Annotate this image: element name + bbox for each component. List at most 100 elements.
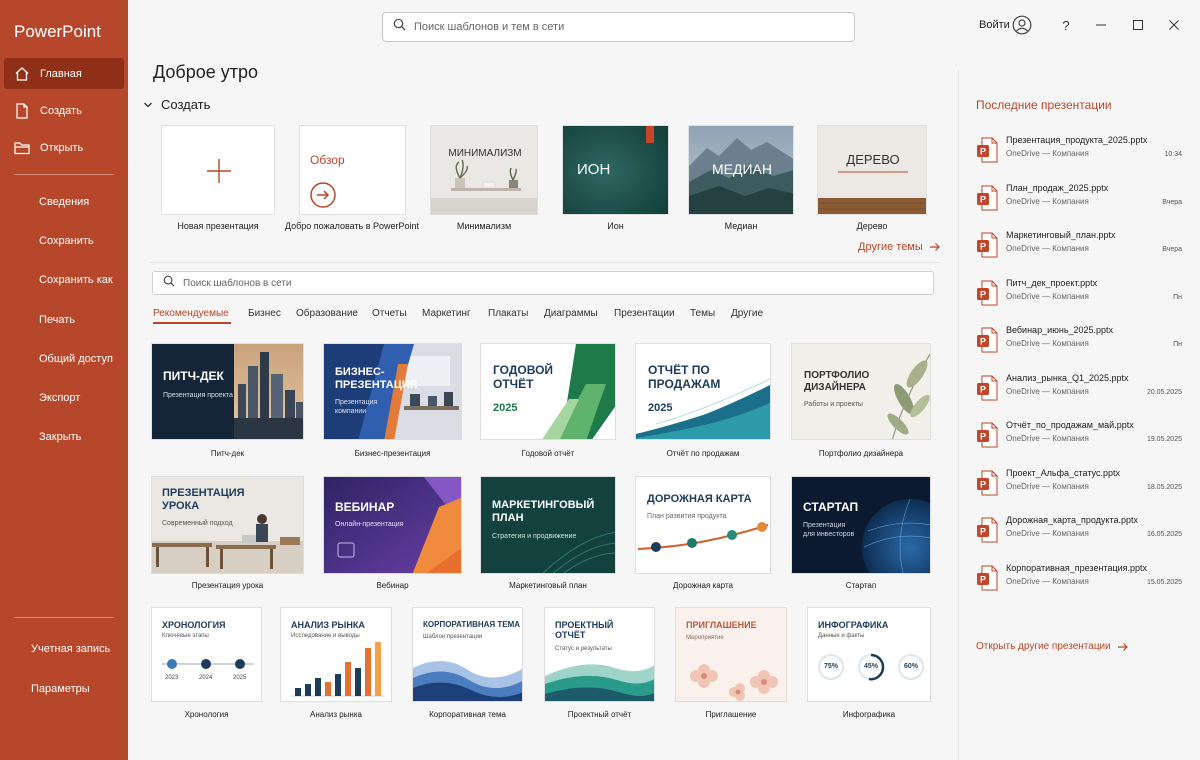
template-title: АНАЛИЗ РЫНКА (291, 620, 365, 630)
template-card-pitch-deck[interactable]: ПИТЧ-ДЕК Презентация проекта (151, 343, 304, 440)
minimal-theme-tile[interactable]: МИНИМАЛИЗМ (430, 125, 538, 215)
template-card-lesson[interactable]: ПРЕЗЕНТАЦИЯ УРОКА Современный подход (151, 476, 304, 574)
recent-file-item[interactable]: P Анализ_рынка_Q1_2025.pptx OneDrive — Ком… (976, 373, 1186, 413)
tile-label: Ион (607, 221, 624, 231)
template-label: Инфографика (842, 710, 896, 719)
template-card-startup[interactable]: СТАРТАП Презентация для инвесторов (791, 476, 931, 574)
category-tab-marketing[interactable]: Маркетинг (422, 308, 471, 319)
category-tab-presentations[interactable]: Презентации (614, 308, 675, 319)
pptx-file-icon: P (976, 327, 998, 353)
recent-file-item[interactable]: P Презентация_продукта_2025.pptx OneDrive … (976, 135, 1186, 175)
sidebar-item-options[interactable]: Параметры (31, 683, 90, 695)
pptx-file-icon: P (976, 280, 998, 306)
template-title: ПРЕЗЕНТАЦИЯ УРОКА (162, 487, 245, 512)
template-title: ПРОЕКТНЫЙ ОТЧЁТ (555, 620, 614, 641)
recent-file-item[interactable]: P Отчёт_по_продажам_май.pptx OneDrive — Ко… (976, 420, 1186, 460)
median-theme-tile[interactable]: МЕДИАН (688, 125, 794, 215)
category-tab-other[interactable]: Другие (731, 308, 763, 319)
recent-file-date: Вчера (1162, 246, 1182, 253)
category-tab-recommended[interactable]: Рекомендуемые (153, 308, 229, 319)
template-search-box[interactable] (152, 271, 934, 295)
category-tab-diagrams[interactable]: Диаграммы (544, 308, 598, 319)
sidebar-item-export[interactable]: Экспорт (39, 392, 80, 404)
recent-file-location: OneDrive — Компания (1006, 339, 1089, 348)
minimize-button[interactable] (1089, 14, 1113, 36)
sidebar-item-label: Открыть (40, 141, 84, 154)
recent-file-item[interactable]: P Дорожная_карта_продукта.pptx OneDrive — … (976, 515, 1186, 555)
template-card-project-report[interactable]: ПРОЕКТНЫЙ ОТЧЁТ Статус и результаты (544, 607, 655, 702)
help-button[interactable]: ? (1054, 14, 1078, 36)
recent-file-item[interactable]: P Питч_дек_проект.pptx OneDrive — Компания… (976, 278, 1186, 318)
template-card-timeline[interactable]: ХРОНОЛОГИЯ Ключевые этапы 2023 2024 2025 (151, 607, 262, 702)
template-card-annual-report[interactable]: ГОДОВОЙ ОТЧЁТ 2025 (480, 343, 616, 440)
recent-file-item[interactable]: P Корпоративная_презентация.pptx OneDrive … (976, 563, 1186, 603)
category-tab-reports[interactable]: Отчеты (372, 308, 407, 319)
sidebar-item-home[interactable]: Главная (4, 58, 124, 89)
recent-file-date: Пн (1173, 293, 1182, 301)
pptx-file-icon: P (976, 232, 998, 258)
template-card-market-analysis[interactable]: АНАЛИЗ РЫНКА Исследование и выводы (280, 607, 392, 702)
template-card-portfolio[interactable]: ПОРТФОЛИО ДИЗАЙНЕРА Работы и проекты (791, 343, 931, 440)
sidebar-item-print[interactable]: Печать (39, 314, 75, 326)
recent-file-date: 10:34 (1164, 151, 1182, 158)
new-file-icon (13, 102, 31, 120)
sidebar-item-open[interactable]: Открыть (4, 132, 124, 163)
other-themes-link[interactable]: Другие темы (858, 241, 941, 253)
home-icon (13, 65, 31, 83)
app-title: PowerPoint (14, 22, 101, 41)
median-theme-title: МЕДИАН (712, 161, 772, 177)
sidebar-item-save[interactable]: Сохранить (39, 235, 94, 247)
recent-file-item[interactable]: P Маркетинговый_план.pptx OneDrive — Компа… (976, 230, 1186, 270)
sidebar-item-close[interactable]: Закрыть (39, 431, 81, 443)
ion-theme-tile[interactable]: ИОН (562, 125, 669, 215)
wave-illustration (636, 378, 770, 439)
template-card-corporate[interactable]: КОРПОРАТИВНАЯ ТЕМА Шаблон презентации (412, 607, 523, 702)
template-card-roadmap[interactable]: ДОРОЖНАЯ КАРТА План развития продукта (635, 476, 771, 574)
sidebar-item-info[interactable]: Сведения (39, 196, 89, 208)
tile-label: Новая презентация (177, 221, 259, 231)
template-card-invitation[interactable]: ПРИГЛАШЕНИЕ Мероприятие (675, 607, 787, 702)
template-card-webinar[interactable]: ВЕБИНАР Онлайн-презентация (323, 476, 462, 574)
minimal-theme-illustration (431, 126, 537, 214)
template-title: ХРОНОЛОГИЯ (162, 620, 226, 630)
user-avatar-icon[interactable] (1012, 15, 1032, 35)
sidebar-item-account[interactable]: Учетная запись (31, 643, 110, 655)
sidebar-item-label: Создать (40, 104, 82, 117)
category-tab-posters[interactable]: Плакаты (488, 308, 528, 319)
recent-file-item[interactable]: P Проект_Альфа_статус.pptx OneDrive — Комп… (976, 468, 1186, 508)
sidebar-item-share[interactable]: Общий доступ (39, 353, 113, 365)
maximize-button[interactable] (1126, 14, 1150, 36)
tile-label: Дерево (856, 221, 888, 231)
template-search-input[interactable] (183, 277, 883, 289)
recent-file-item[interactable]: P Вебинар_июнь_2025.pptx OneDrive — Компан… (976, 325, 1186, 365)
template-title: ГОДОВОЙ ОТЧЁТ (493, 363, 554, 391)
wood-theme-tile[interactable]: ДЕРЕВО (817, 125, 927, 215)
template-card-marketing-plan[interactable]: МАРКЕТИНГОВЫЙ ПЛАН Стратегия и продвижен… (480, 476, 616, 574)
template-card-business[interactable]: БИЗНЕС- ПРЕЗЕНТАЦИЯ Презентация компании (323, 343, 462, 440)
category-tab-education[interactable]: Образование (296, 308, 358, 319)
tour-tile[interactable]: Обзор (299, 125, 406, 215)
template-label: Проектный отчёт (567, 710, 632, 719)
pptx-file-icon: P (976, 565, 998, 591)
sidebar-item-new[interactable]: Создать (4, 95, 124, 126)
sidebar-item-save-as[interactable]: Сохранить как (39, 274, 113, 286)
open-other-presentations-link[interactable]: Открыть другие презентации (976, 641, 1129, 652)
top-search-input[interactable] (414, 21, 834, 33)
close-window-button[interactable] (1162, 14, 1186, 36)
create-section-toggle[interactable]: Создать (143, 97, 210, 112)
open-other-label: Открыть другие презентации (976, 641, 1111, 652)
panel-divider (958, 70, 959, 760)
category-tab-themes[interactable]: Темы (690, 308, 715, 319)
top-search-box[interactable] (382, 12, 855, 42)
pptx-file-icon: P (976, 137, 998, 163)
minimize-icon (1096, 24, 1106, 26)
template-label: Стартап (845, 581, 877, 590)
category-tab-business[interactable]: Бизнес (248, 308, 281, 319)
new-presentation-tile[interactable] (161, 125, 275, 215)
template-card-sales-report[interactable]: ОТЧЁТ ПО ПРОДАЖАМ 2025 (635, 343, 771, 440)
signin-link[interactable]: Войти (979, 19, 1010, 31)
recent-file-item[interactable]: P План_продаж_2025.pptx OneDrive — Компани… (976, 183, 1186, 223)
close-icon (1169, 20, 1179, 30)
template-card-infographic[interactable]: ИНФОГРАФИКА Данные и факты 75% 45% 60% (807, 607, 931, 702)
svg-text:P: P (980, 527, 986, 537)
